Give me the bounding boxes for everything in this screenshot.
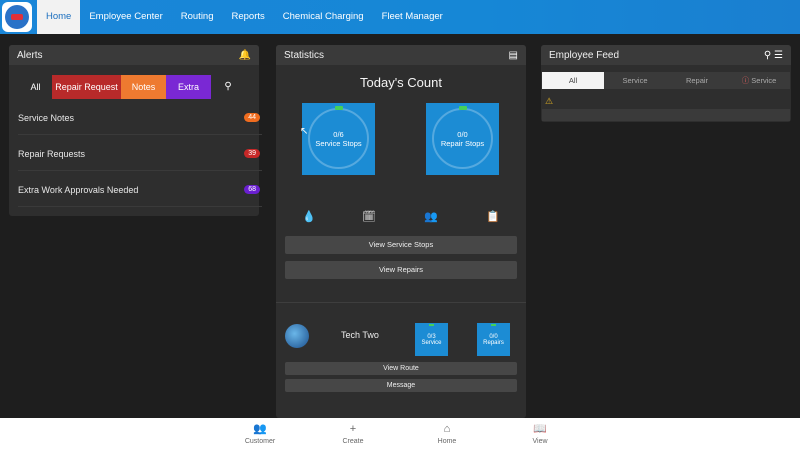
progress-ring — [308, 108, 369, 169]
alert-row-service-notes[interactable]: Service Notes 44 — [18, 101, 262, 135]
home-icon: ⌂ — [443, 423, 451, 435]
warning-icon: ⚠ — [545, 96, 554, 106]
feed-title: Employee Feed — [549, 49, 620, 61]
alert-label: Service Notes — [18, 112, 75, 123]
view-service-stops-button[interactable]: View Service Stops — [285, 236, 517, 254]
message-button[interactable]: Message — [285, 379, 517, 392]
bottom-nav-customer[interactable]: 👥 Customer — [235, 422, 285, 445]
users-list-icon[interactable]: 👥 — [424, 210, 438, 223]
bottom-nav-home[interactable]: ⌂ Home — [422, 422, 472, 445]
filter-repair-request[interactable]: Repair Request — [52, 75, 121, 99]
progress-indicator — [429, 324, 434, 326]
feed-tab-all[interactable]: All — [542, 72, 604, 89]
alert-label: Extra Work Approvals Needed — [18, 184, 139, 195]
tech-avatar — [285, 324, 309, 348]
logo-icon — [5, 5, 29, 29]
progress-ring — [432, 108, 493, 169]
feed-footer-bar — [542, 109, 790, 121]
count-badge: 44 — [244, 113, 260, 122]
book-icon: 📖 — [533, 423, 547, 435]
employee-feed-panel: Employee Feed ⚲ ☰ All Service Repair ⓘ S… — [541, 45, 791, 122]
statistics-title: Statistics — [284, 49, 325, 61]
filter-extra[interactable]: Extra — [166, 75, 211, 99]
alert-row-repair-requests[interactable]: Repair Requests 39 — [18, 137, 262, 171]
clipboard-search-icon[interactable]: 📋 — [486, 210, 500, 223]
app-logo[interactable] — [2, 2, 32, 32]
people-icon: 👥 — [253, 423, 267, 435]
alert-filters: All Repair Request Notes Extra ⚲ — [19, 75, 259, 99]
feed-tab-service[interactable]: Service — [604, 72, 666, 89]
nav-routing[interactable]: Routing — [172, 0, 223, 34]
feed-header: Employee Feed ⚲ ☰ — [541, 45, 791, 65]
top-nav: Home Employee Center Routing Reports Che… — [0, 0, 800, 34]
alerts-panel: Alerts 🔔 All Repair Request Notes Extra … — [9, 45, 262, 216]
alert-row-extra-work[interactable]: Extra Work Approvals Needed 68 — [18, 173, 262, 207]
nav-fleet-manager[interactable]: Fleet Manager — [373, 0, 452, 34]
feed-tab-service-alert[interactable]: ⓘ Service — [728, 72, 790, 89]
statistics-header: Statistics ▤ — [276, 45, 526, 65]
tech-service-label: Service — [421, 339, 442, 346]
droplet-icon[interactable]: 💧 — [302, 210, 316, 223]
bottom-nav-create[interactable]: + Create — [328, 422, 378, 445]
view-route-button[interactable]: View Route — [285, 362, 517, 375]
alert-label: Repair Requests — [18, 148, 86, 159]
nav-home[interactable]: Home — [37, 0, 81, 34]
bottom-nav-label: Create — [342, 438, 364, 445]
bottom-nav-label: Home — [437, 438, 457, 445]
alerts-header: Alerts 🔔 — [9, 45, 259, 65]
feed-tab-repair[interactable]: Repair — [666, 72, 728, 89]
bottom-nav-label: Customer — [244, 438, 276, 445]
nav-reports[interactable]: Reports — [223, 0, 274, 34]
feed-tab-label: Service — [751, 76, 777, 85]
count-badge: 68 — [244, 185, 260, 194]
mouse-cursor: ↖ — [300, 126, 309, 137]
nav-employee-center[interactable]: Employee Center — [80, 0, 171, 34]
bottom-nav-label: View — [532, 438, 548, 445]
feed-tabs: All Service Repair ⓘ Service — [542, 72, 790, 89]
filter-all[interactable]: All — [19, 75, 52, 99]
repair-stops-tile[interactable]: 0/0 Repair Stops — [426, 103, 499, 175]
calendar-icon[interactable]: 🗓 — [362, 210, 376, 223]
divider — [276, 302, 526, 303]
tech-repairs-tile[interactable]: 0/0 Repairs — [477, 323, 510, 356]
bar-chart-icon[interactable]: ▤ — [509, 50, 518, 61]
search-icon[interactable]: ⚲ — [211, 75, 245, 99]
alerts-title: Alerts — [17, 49, 43, 61]
bottom-nav-view[interactable]: 📖 View — [515, 422, 565, 445]
alert-circle-icon: ⓘ — [741, 76, 750, 85]
view-repairs-button[interactable]: View Repairs — [285, 261, 517, 279]
tech-service-tile[interactable]: 0/3 Service — [415, 323, 448, 356]
search-list-icon[interactable]: ⚲ ☰ — [764, 50, 783, 61]
filter-notes[interactable]: Notes — [121, 75, 166, 99]
todays-count-heading: Today's Count — [360, 75, 442, 90]
nav-chemical-charging[interactable]: Chemical Charging — [274, 0, 373, 34]
service-stops-tile[interactable]: 0/6 Service Stops — [302, 103, 375, 175]
progress-indicator — [491, 324, 496, 326]
statistics-panel: Statistics ▤ Today's Count 0/6 Service S… — [276, 45, 526, 418]
bottom-nav: 👥 Customer + Create ⌂ Home 📖 View — [0, 418, 800, 456]
bell-icon[interactable]: 🔔 — [239, 50, 251, 61]
tech-name: Tech Two — [341, 330, 379, 340]
tech-repairs-label: Repairs — [483, 339, 504, 346]
count-badge: 39 — [244, 149, 260, 158]
progress-indicator — [335, 106, 343, 110]
progress-indicator — [459, 106, 467, 110]
plus-icon: + — [349, 423, 357, 435]
